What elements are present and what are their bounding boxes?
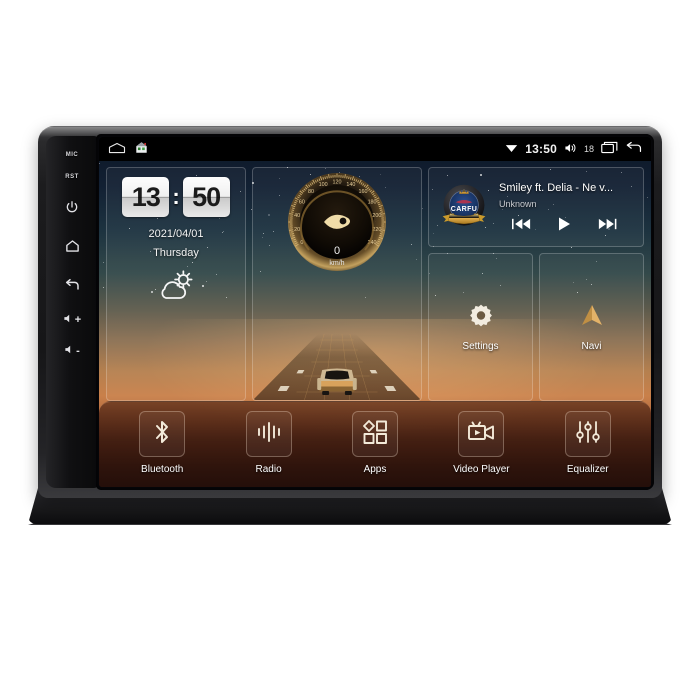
carfu-logo: CARFU [438,181,490,233]
wifi-icon [505,142,518,156]
apps-icon-box [351,411,398,457]
svg-text:20: 20 [294,227,300,233]
car-on-road-icon [253,334,421,400]
music-widget[interactable]: CARFU Smiley ft. Delia - Ne v... Unknown [428,167,644,247]
car-icon [317,368,357,395]
bluetooth-icon [150,419,174,450]
bluetooth-icon-box [139,411,186,457]
svg-text:80: 80 [308,189,314,195]
video-player-app[interactable]: Video Player [437,411,525,475]
music-controls [499,216,634,232]
shortcut-tiles: Settings Navi [428,253,644,401]
touch-screen[interactable]: 13:50 18 13: 50 2021/04/01 Thursday 0 2… [99,137,651,487]
apps-grid-icon [362,419,388,450]
track-artist: Unknown [499,199,537,209]
back-icon[interactable] [625,141,642,157]
flip-clock: 13 : 50 [122,177,230,217]
settings-tile-label: Settings [462,340,499,352]
video-icon-box [458,411,505,457]
svg-text:140: 140 [346,182,355,188]
status-bar-left [108,141,148,157]
play-button[interactable] [556,216,572,232]
mic-label: MIC [65,152,79,158]
bluetooth-label: Bluetooth [141,464,184,475]
car-head-unit-device: MIC RST + - 13:50 18 13: 50 2021/04/01 … [38,126,662,498]
clock-hours: 13 [122,177,170,217]
screen-bezel: 13:50 18 13: 50 2021/04/01 Thursday 0 2… [96,134,654,490]
navi-tile-label: Navi [581,340,602,352]
settings-tile[interactable]: Settings [428,253,533,401]
speed-unit: km/h [329,260,344,267]
reset-label: RST [65,174,79,180]
radio-waves-icon [256,420,282,449]
status-time: 13:50 [525,142,557,156]
volume-down-sign: - [76,345,80,357]
home-key[interactable] [61,235,83,257]
status-bar-right: 13:50 18 [505,141,642,157]
window-outline-icon[interactable] [108,142,126,157]
clock-widget[interactable]: 13 : 50 2021/04/01 Thursday [106,167,246,401]
clock-date: 2021/04/01 [148,228,204,240]
speed-value: 0 [334,245,340,257]
recents-icon[interactable] [601,141,618,157]
right-widget-column: CARFU Smiley ft. Delia - Ne v... Unknown [428,167,644,401]
volume-up-sign: + [74,314,82,326]
navigation-arrow-icon [579,303,605,334]
widget-area: 13 : 50 2021/04/01 Thursday 0 20 40 60 8… [99,161,651,401]
svg-text:60: 60 [299,200,305,206]
svg-text:160: 160 [359,189,368,195]
equalizer-icon-box [564,411,611,457]
back-arrow-icon [64,278,80,292]
volume-icon [564,142,577,157]
status-bar: 13:50 18 [99,137,651,161]
back-key[interactable] [61,274,83,296]
clock-weekday: Thursday [153,247,199,259]
svg-text:100: 100 [319,182,328,188]
volume-level: 18 [583,144,594,154]
bluetooth-app[interactable]: Bluetooth [118,411,206,475]
volume-icon [64,344,75,358]
equalizer-sliders-icon [575,419,601,450]
home-house-icon[interactable] [135,141,148,157]
hardware-button-rail: MIC RST + - [46,136,98,488]
speedometer-widget[interactable]: 0 20 40 60 80 100 120 140 160 180 200 220 240 0 km/h [252,167,422,401]
home-icon [65,239,80,253]
svg-text:40: 40 [294,213,300,219]
clock-separator: : [172,184,180,209]
apps-app[interactable]: Apps [331,411,419,475]
next-track-button[interactable] [598,217,617,231]
carfu-logo-text: CARFU [451,206,478,213]
clock-minutes: 50 [182,177,230,217]
navi-tile[interactable]: Navi [539,253,644,401]
radio-app[interactable]: Radio [225,411,313,475]
volume-icon [63,313,74,327]
equalizer-app[interactable]: Equalizer [544,411,632,475]
power-key[interactable] [61,196,83,218]
volume-down-key[interactable]: - [64,344,80,358]
equalizer-label: Equalizer [566,464,609,475]
volume-up-key[interactable]: + [63,313,81,327]
video-camera-icon [467,420,495,449]
previous-track-button[interactable] [511,217,531,231]
svg-text:120: 120 [333,179,342,185]
radio-label: Radio [255,464,282,475]
track-title: Smiley ft. Delia - Ne v... [499,182,614,194]
gear-icon [468,303,494,334]
video-player-label: Video Player [453,464,510,475]
partly-cloudy-icon [153,269,199,308]
svg-text:180: 180 [368,200,377,206]
speed-gauge: 0 20 40 60 80 100 120 140 160 180 200 220 240 0 km/h [272,170,402,279]
power-icon [65,200,79,214]
radio-icon-box [245,411,292,457]
music-info: Smiley ft. Delia - Ne v... Unknown [499,182,634,232]
svg-text:200: 200 [372,213,381,219]
app-dock: Bluetooth Radio Apps Video Player Equali… [99,401,651,487]
apps-label: Apps [363,464,387,475]
